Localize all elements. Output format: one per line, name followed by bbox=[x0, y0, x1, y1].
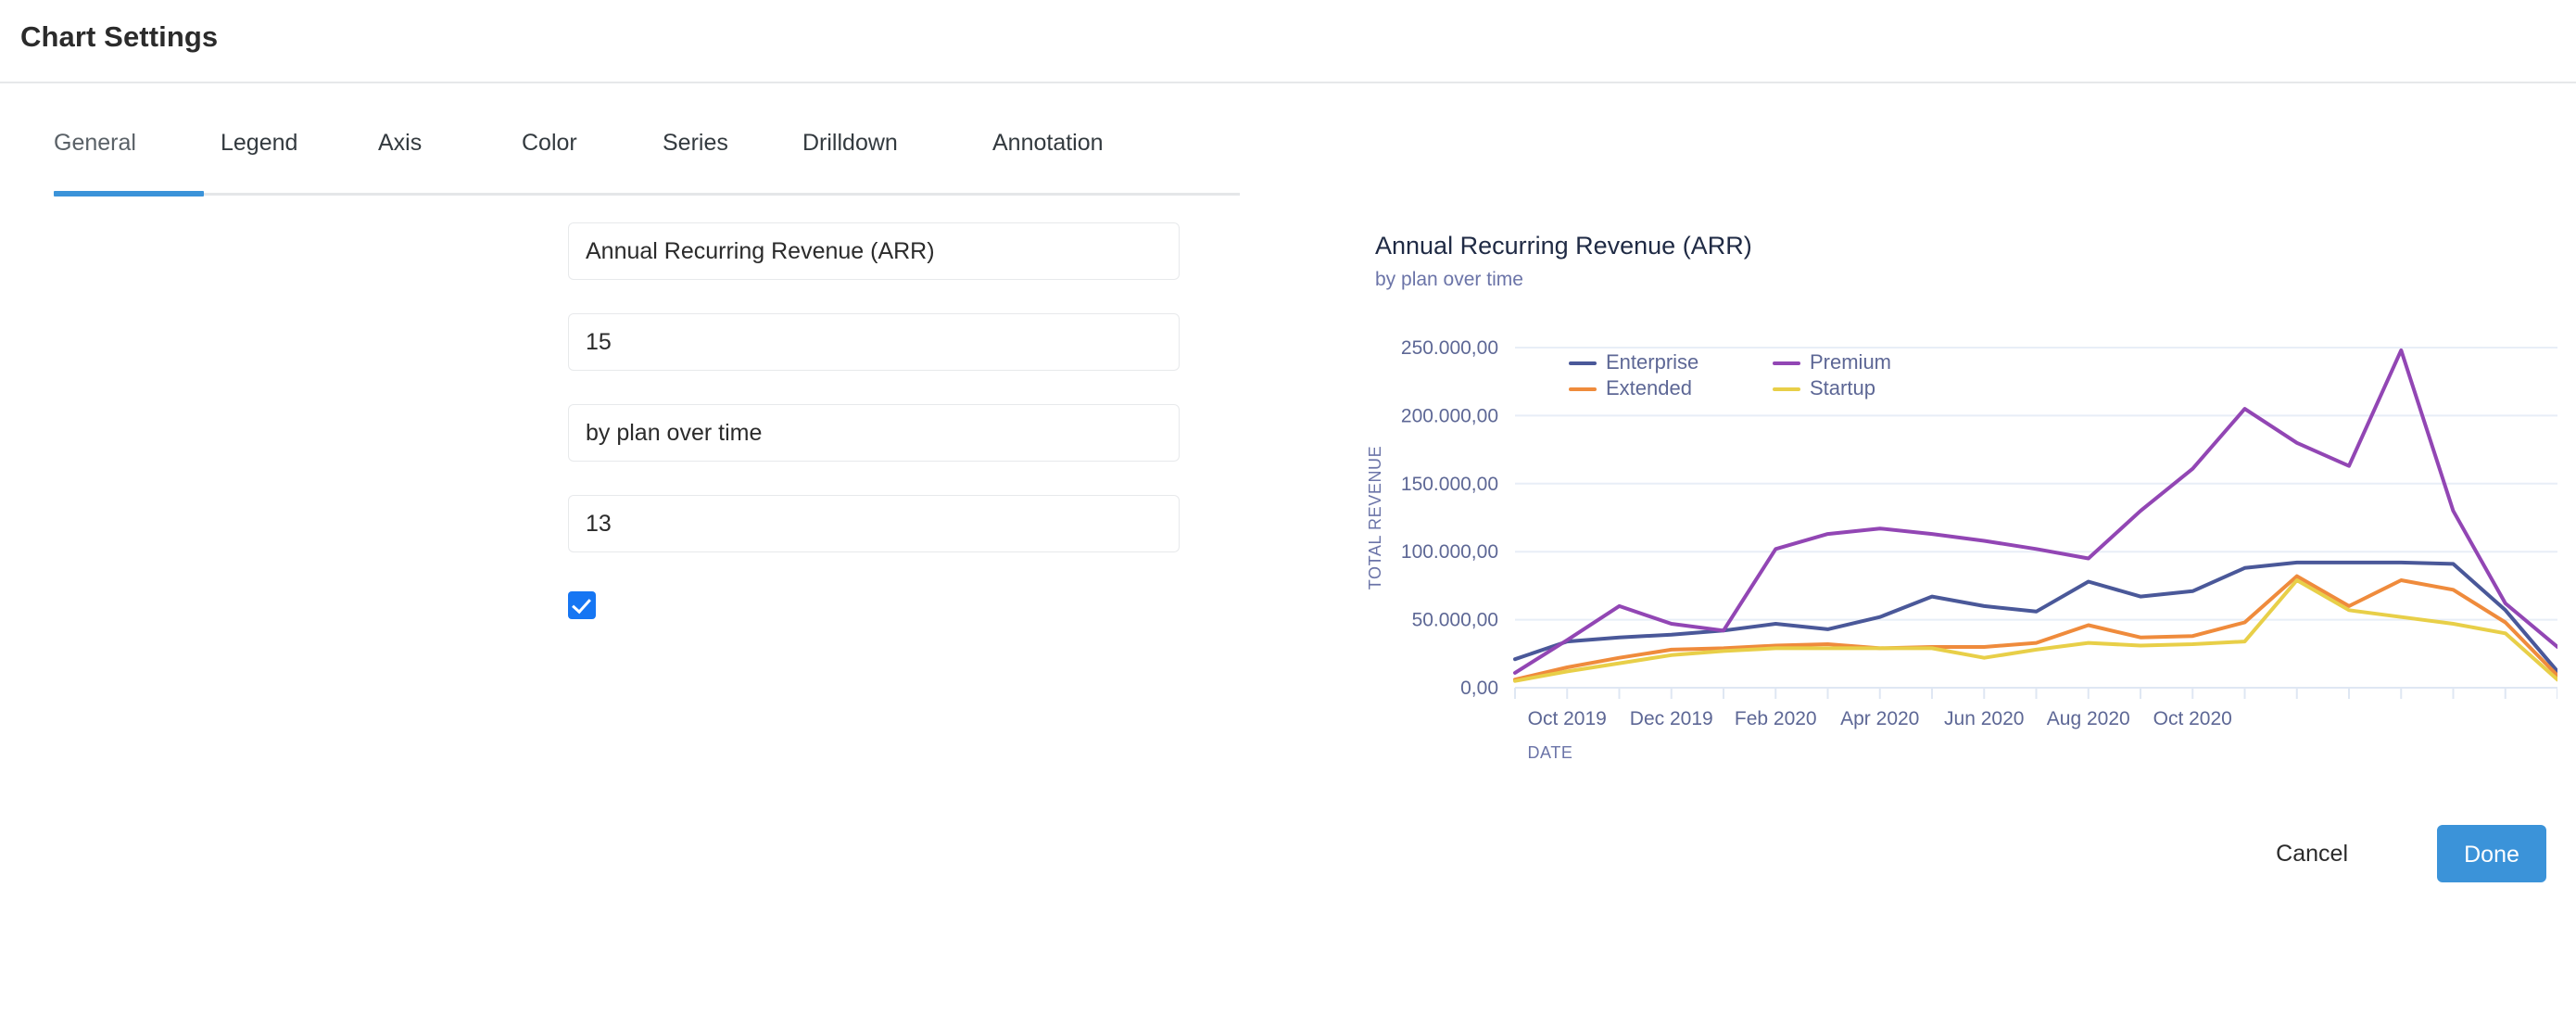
series-line-extended bbox=[1513, 574, 2557, 682]
legend-label-startup[interactable]: Startup bbox=[1810, 376, 1875, 399]
legend-label-premium[interactable]: Premium bbox=[1810, 350, 1891, 374]
tab-axis[interactable]: Axis bbox=[378, 130, 422, 170]
show-tooltips-checkbox[interactable] bbox=[568, 591, 596, 619]
chart-subtitle-input[interactable] bbox=[568, 404, 1180, 462]
form-row-show-tooltips: Show tooltips bbox=[0, 586, 1242, 651]
y-axis-title: TOTAL REVENUE bbox=[1366, 446, 1384, 590]
x-tick-label: Dec 2019 bbox=[1630, 708, 1713, 729]
legend-label-extended[interactable]: Extended bbox=[1606, 376, 1692, 399]
series-line-startup bbox=[1513, 578, 2557, 683]
form-row-subtitle-font-size: Subtitle font size bbox=[0, 495, 1242, 586]
cancel-button[interactable]: Cancel bbox=[2263, 825, 2361, 882]
chart-canvas: 250.000,00 200.000,00 150.000,00 100.000,00… bbox=[1366, 337, 2557, 762]
x-tick-label: Jun 2020 bbox=[1944, 708, 2024, 729]
tab-legend[interactable]: Legend bbox=[221, 130, 297, 170]
tab-color[interactable]: Color bbox=[522, 130, 577, 170]
dialog-header: Chart Settings bbox=[0, 0, 2576, 83]
form-row-chart-subtitle: Chart subtitle bbox=[0, 404, 1242, 495]
page-title: Chart Settings bbox=[20, 20, 219, 53]
x-tick-label: Oct 2019 bbox=[1528, 708, 1607, 729]
x-tick-label: Feb 2020 bbox=[1735, 708, 1817, 729]
x-tick-label: Aug 2020 bbox=[2047, 708, 2130, 729]
x-tick-label: Apr 2020 bbox=[1840, 708, 1919, 729]
tab-annotation[interactable]: Annotation bbox=[992, 130, 1104, 170]
subtitle-font-size-input[interactable] bbox=[568, 495, 1180, 552]
y-tick-label: 0,00 bbox=[1460, 678, 1498, 699]
settings-tabs: General Legend Axis Color Series Drilldo… bbox=[54, 130, 1240, 196]
general-settings-form: Chart title Title font size Chart subtit… bbox=[0, 222, 1242, 651]
y-tick-label: 150.000,00 bbox=[1401, 474, 1498, 495]
tab-active-indicator bbox=[54, 191, 204, 196]
legend-label-enterprise[interactable]: Enterprise bbox=[1606, 350, 1698, 374]
done-button[interactable]: Done bbox=[2437, 825, 2546, 882]
title-font-size-input[interactable] bbox=[568, 313, 1180, 371]
x-tick-label: Oct 2020 bbox=[2153, 708, 2232, 729]
y-tick-label: 100.000,00 bbox=[1401, 541, 1498, 563]
chart-settings-dialog: Chart Settings General Legend Axis Color… bbox=[0, 0, 2576, 1014]
y-tick-label: 250.000,00 bbox=[1401, 337, 1498, 359]
tab-series[interactable]: Series bbox=[663, 130, 728, 170]
y-tick-label: 50.000,00 bbox=[1412, 610, 1498, 631]
tabs-underline bbox=[54, 193, 1240, 196]
chart-preview: Annual Recurring Revenue (ARR) by plan o… bbox=[1362, 232, 2557, 769]
y-tick-label: 200.000,00 bbox=[1401, 405, 1498, 426]
show-tooltips-checkbox-wrap[interactable] bbox=[568, 591, 596, 619]
chart-title-input[interactable] bbox=[568, 222, 1180, 280]
tab-drilldown[interactable]: Drilldown bbox=[802, 130, 898, 170]
form-row-chart-title: Chart title bbox=[0, 222, 1242, 313]
form-row-title-font-size: Title font size bbox=[0, 313, 1242, 404]
x-axis-title: DATE bbox=[1527, 743, 1572, 762]
tab-general[interactable]: General bbox=[54, 130, 136, 170]
